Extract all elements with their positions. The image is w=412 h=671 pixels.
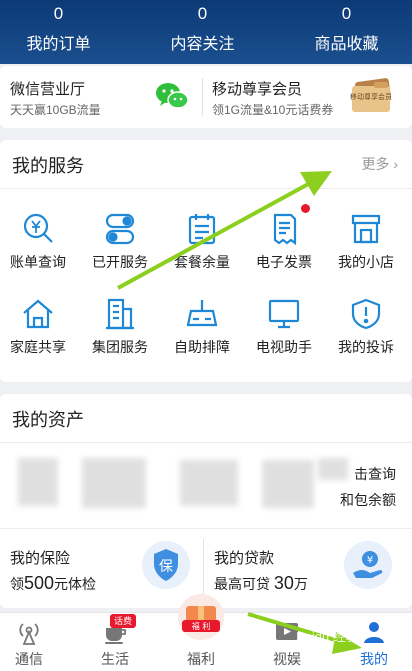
shop-icon xyxy=(351,214,381,244)
services-more-label: 更多 xyxy=(361,156,390,172)
service-item-plan[interactable]: 套餐余量 xyxy=(161,212,243,282)
services-more-link[interactable]: 更多 › xyxy=(361,154,398,174)
tab-label: 福利 xyxy=(187,651,215,667)
service-label: 账单查询 xyxy=(10,254,66,270)
tab-label: 视娱 xyxy=(273,651,301,667)
services-divider xyxy=(0,188,412,189)
service-item-bill[interactable]: 账单查询 xyxy=(0,212,79,282)
service-label: 我的投诉 xyxy=(338,339,394,355)
service-item-opened[interactable]: 已开服务 xyxy=(79,212,161,282)
service-label: 家庭共享 xyxy=(10,339,66,355)
toggle-services-icon xyxy=(105,213,135,245)
loan-entry[interactable]: 我的贷款 最高可贷 30万 ¥ xyxy=(204,529,412,608)
service-label: 我的小店 xyxy=(338,254,394,270)
service-item-group[interactable]: 集团服务 xyxy=(79,297,161,367)
loan-subtitle: 最高可贷 30万 xyxy=(214,573,308,593)
service-item-shop[interactable]: 我的小店 xyxy=(325,212,407,282)
home-icon xyxy=(23,299,53,329)
plan-balance-icon xyxy=(188,214,216,245)
orders-label: 我的订单 xyxy=(26,36,91,53)
service-item-invoice[interactable]: 电子发票 xyxy=(243,212,325,282)
favorites-label: 商品收藏 xyxy=(314,36,379,53)
insurance-title: 我的保险 xyxy=(10,550,71,567)
assets-title: 我的资产 xyxy=(12,410,84,430)
vip-member-subtitle: 领1G流量&10元话费券 xyxy=(212,103,334,117)
service-label: 电视助手 xyxy=(256,339,312,355)
complaint-icon xyxy=(351,298,381,330)
asset-query-link[interactable]: 击查询 xyxy=(354,464,396,484)
loan-title: 我的贷款 xyxy=(214,550,275,567)
chevron-right-icon: › xyxy=(393,156,398,172)
orders-count: 0 xyxy=(53,4,64,23)
blurred-asset-2 xyxy=(82,458,146,508)
invoice-icon xyxy=(273,213,297,246)
wechat-hall-entry[interactable]: 微信营业厅 天天赢10GB流量 xyxy=(0,66,202,128)
favorites-stat[interactable]: 0 商品收藏 xyxy=(278,0,412,64)
tab-communication[interactable]: 通信 xyxy=(0,613,70,671)
insurance-entry[interactable]: 我的保险 领500元体检 保 xyxy=(0,529,203,608)
orders-stat[interactable]: 0 我的订单 xyxy=(0,0,127,64)
vip-member-entry[interactable]: 移动尊享会员 领1G流量&10元话费券 移动尊享会员 xyxy=(202,66,412,128)
service-label: 套餐余量 xyxy=(174,254,230,270)
services-card: 我的服务 更多 › 账单查询 已开服务 套餐余量 电子发票 我的小店 家庭共享 … xyxy=(0,140,412,382)
tab-label: 生活 xyxy=(101,651,129,667)
follows-count: 0 xyxy=(197,4,208,23)
blurred-asset-4 xyxy=(262,460,314,508)
service-item-family[interactable]: 家庭共享 xyxy=(0,297,79,367)
promo-card: 微信营业厅 天天赢10GB流量 移动尊享会员 领1G流量&10元话费券 移动尊享… xyxy=(0,66,412,128)
wechat-hall-subtitle: 天天赢10GB流量 xyxy=(10,103,101,117)
tv-icon xyxy=(268,299,300,329)
vip-card-icon: 移动尊享会员 xyxy=(350,78,394,116)
assets-card: 我的资产 击查询 和包余额 我的保险 领500元体检 保 我的贷款 最高可贷 3… xyxy=(0,394,412,608)
vip-member-title: 移动尊享会员 xyxy=(212,81,303,98)
wechat-hall-title: 微信营业厅 xyxy=(10,81,86,98)
blurred-asset-5 xyxy=(318,458,348,480)
services-title: 我的服务 xyxy=(12,156,84,176)
service-item-troubleshoot[interactable]: 自助排障 xyxy=(161,297,243,367)
blurred-asset-1 xyxy=(18,458,58,506)
service-item-tv[interactable]: 电视助手 xyxy=(243,297,325,367)
gift-badge-text: 福 利 xyxy=(192,621,211,631)
building-icon xyxy=(106,298,134,330)
loan-hand-coin-icon: ¥ xyxy=(344,541,392,589)
service-label: 已开服务 xyxy=(92,254,148,270)
insurance-subtitle: 领500元体检 xyxy=(10,573,97,593)
gift-icon[interactable]: 福 利 xyxy=(176,592,226,642)
assets-divider xyxy=(0,442,412,443)
vip-card-text: 移动尊享会员 xyxy=(350,92,392,101)
service-label: 自助排障 xyxy=(174,339,230,355)
hebao-balance-label: 和包余额 xyxy=(340,492,396,508)
tab-label: 通信 xyxy=(15,651,43,667)
signal-tower-icon xyxy=(19,623,39,645)
tab-label: 我的 xyxy=(360,651,388,667)
watermark: Baidu 经验 xyxy=(296,629,359,644)
service-label: 集团服务 xyxy=(92,339,148,355)
user-icon xyxy=(364,622,384,643)
service-label: 电子发票 xyxy=(256,254,312,270)
service-item-complaint[interactable]: 我的投诉 xyxy=(325,297,407,367)
follows-label: 内容关注 xyxy=(170,36,235,53)
bill-search-icon xyxy=(23,213,53,243)
svg-text:¥: ¥ xyxy=(367,555,373,566)
life-tab-tag: 话费 xyxy=(110,614,137,628)
follows-stat[interactable]: 0 内容关注 xyxy=(134,0,271,64)
header-stats-bar: 0 我的订单 0 内容关注 0 商品收藏 xyxy=(0,0,412,64)
router-icon xyxy=(186,300,218,327)
wechat-icon xyxy=(156,83,189,109)
insurance-shield-icon: 保 xyxy=(142,541,190,589)
favorites-count: 0 xyxy=(341,4,352,23)
invoice-notification-dot xyxy=(301,204,310,213)
svg-text:保: 保 xyxy=(159,559,173,575)
blurred-asset-3 xyxy=(180,460,238,506)
